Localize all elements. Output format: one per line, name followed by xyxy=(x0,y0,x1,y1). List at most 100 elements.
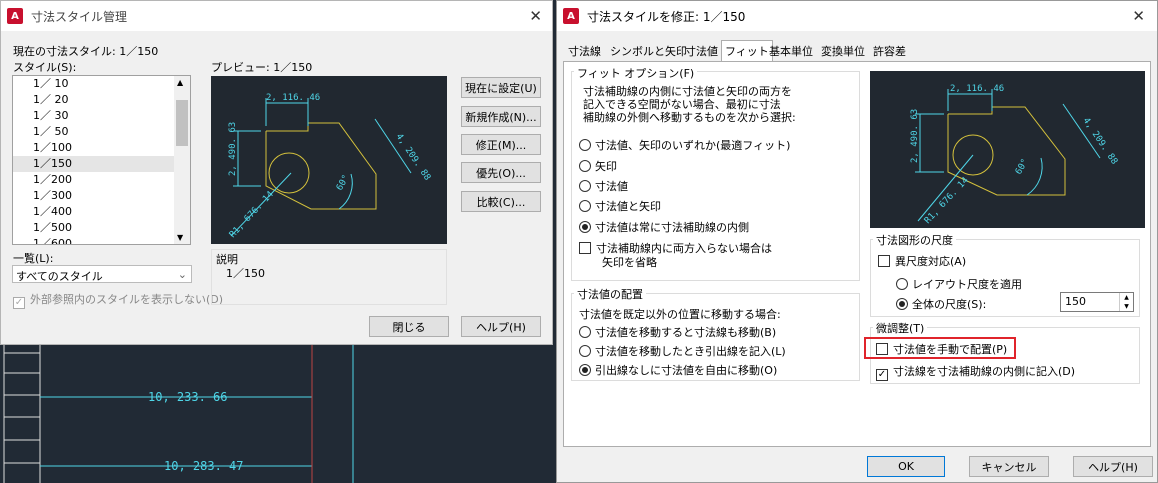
radio-label: 全体の尺度(S): xyxy=(912,298,987,311)
list-item[interactable]: 1／150 xyxy=(13,156,175,172)
radio-icon xyxy=(896,298,908,310)
override-button[interactable]: 優先(O)... xyxy=(461,162,541,183)
preview-dim-left: 2, 490. 63 xyxy=(228,122,238,176)
draw-inside-label: 寸法線を寸法補助線の内側に記入(D) xyxy=(893,365,1076,378)
preview-dim-left: 2, 490. 63 xyxy=(910,109,920,163)
radio-label: 矢印 xyxy=(595,160,617,173)
spinner-arrows-icon[interactable]: ▲ ▼ xyxy=(1119,293,1133,311)
check-icon: ✓ xyxy=(13,297,25,309)
radio-scale-to-layout[interactable]: レイアウト尺度を適用 xyxy=(896,276,1022,292)
radio-label: レイアウト尺度を適用 xyxy=(912,278,1022,291)
list-item[interactable]: 1／600 xyxy=(13,236,175,244)
tab-text[interactable]: 寸法値 xyxy=(682,41,721,60)
checkbox-icon xyxy=(579,242,591,254)
dim-text-2: 10, 283. 47 xyxy=(164,459,243,473)
preview-label: プレビュー: 1／150 xyxy=(211,61,313,74)
dialog-title: 寸法スタイル管理 xyxy=(31,9,128,24)
radio-move-dim-line[interactable]: 寸法値を移動すると寸法線も移動(B) xyxy=(579,324,776,340)
list-item[interactable]: 1／500 xyxy=(13,220,175,236)
fit-options-desc: 寸法補助線の内側に寸法値と矢印の両方を 記入できる空間がない場合、最初に寸法 補… xyxy=(583,85,796,124)
suppress-arrows-checkbox[interactable]: 寸法補助線内に両方入らない場合は 矢印を省略 xyxy=(579,242,772,270)
radio-text-and-arrows[interactable]: 寸法値と矢印 xyxy=(579,198,661,214)
list-item[interactable]: 1／ 30 xyxy=(13,108,175,124)
draw-inside-checkbox[interactable]: ✓ 寸法線を寸法補助線の内側に記入(D) xyxy=(876,363,1075,381)
annotative-checkbox[interactable]: 異尺度対応(A) xyxy=(878,253,966,269)
tab-tolerances[interactable]: 許容差 xyxy=(870,41,909,60)
cancel-button[interactable]: キャンセル xyxy=(969,456,1049,477)
list-item[interactable]: 1／300 xyxy=(13,188,175,204)
desc-line-2: 記入できる空間がない場合、最初に寸法 xyxy=(583,98,781,111)
desc-line-3: 補助線の外側へ移動するものを次から選択: xyxy=(583,111,796,124)
tab-dimension-lines[interactable]: 寸法線 xyxy=(565,41,604,60)
chevron-down-icon: ⌄ xyxy=(177,268,187,281)
manual-placement-checkbox[interactable]: 寸法値を手動で配置(P) xyxy=(876,341,1007,357)
description-box: 説明 1／150 xyxy=(211,249,447,305)
preview-dim-angle: 60° xyxy=(335,173,352,192)
radio-label: 寸法値を移動すると寸法線も移動(B) xyxy=(595,326,777,339)
radio-label: 寸法値は常に寸法補助線の内側 xyxy=(595,221,749,234)
new-button[interactable]: 新規作成(N)... xyxy=(461,106,541,127)
ok-button[interactable]: OK xyxy=(867,456,945,477)
scrollbar[interactable]: ▲ ▼ xyxy=(174,76,190,244)
list-item[interactable]: 1／200 xyxy=(13,172,175,188)
radio-icon xyxy=(896,278,908,290)
close-button[interactable]: 閉じる xyxy=(369,316,449,337)
checkbox-icon xyxy=(876,343,888,355)
radio-text[interactable]: 寸法値 xyxy=(579,178,628,194)
xref-checkbox[interactable]: ✓ 外部参照内のスタイルを表示しない(D) xyxy=(13,291,223,309)
list-item[interactable]: 1／ 50 xyxy=(13,124,175,140)
tab-fit[interactable]: フィット xyxy=(721,40,773,62)
dim-style-manager-dialog: A 寸法スタイル管理 ✕ 現在の寸法スタイル: 1／150 スタイル(S): 1… xyxy=(0,0,553,345)
list-item[interactable]: 1／ 10 xyxy=(13,76,175,92)
preview-dim-top: 2, 116. 46 xyxy=(950,84,1004,94)
close-icon[interactable]: ✕ xyxy=(529,7,542,25)
tab-primary-units[interactable]: 基本単位 xyxy=(766,41,816,60)
radio-label: 寸法値、矢印のいずれか(最適フィット) xyxy=(595,139,791,152)
style-list[interactable]: 1／ 10 1／ 20 1／ 30 1／ 50 1／100 1／150 1／200 1／300… xyxy=(12,75,191,245)
list-item[interactable]: 1／ 20 xyxy=(13,92,175,108)
radio-no-leader[interactable]: 引出線なしに寸法値を自由に移動(O) xyxy=(579,362,777,378)
manual-placement-label: 寸法値を手動で配置(P) xyxy=(893,343,1008,356)
radio-arrows[interactable]: 矢印 xyxy=(579,158,617,174)
radio-label: 寸法値を移動したとき引出線を記入(L) xyxy=(595,345,786,358)
scroll-down-icon[interactable]: ▼ xyxy=(177,233,183,242)
radio-always-inside[interactable]: 寸法値は常に寸法補助線の内側 xyxy=(579,219,749,235)
list-item[interactable]: 1／400 xyxy=(13,204,175,220)
radio-label: 寸法値 xyxy=(595,180,628,193)
tab-symbols-arrows[interactable]: シンボルと矢印 xyxy=(607,41,690,60)
text-placement-title: 寸法値の配置 xyxy=(574,286,646,302)
fine-tuning-title: 微調整(T) xyxy=(873,320,928,336)
titlebar: A 寸法スタイルを修正: 1／150 ✕ xyxy=(557,1,1157,31)
annotative-label: 異尺度対応(A) xyxy=(895,255,967,268)
overall-scale-spinner[interactable]: 150 ▲ ▼ xyxy=(1060,292,1134,312)
modify-button[interactable]: 修正(M)... xyxy=(461,134,541,155)
close-icon[interactable]: ✕ xyxy=(1132,7,1145,25)
radio-best-fit[interactable]: 寸法値、矢印のいずれか(最適フィット) xyxy=(579,137,790,153)
overall-scale-value: 150 xyxy=(1065,295,1086,308)
compare-button[interactable]: 比較(C)... xyxy=(461,191,541,212)
list-select[interactable]: すべてのスタイル ⌄ xyxy=(12,265,192,283)
cad-drawing: 10, 233. 66 10, 283. 47 xyxy=(3,345,354,483)
fit-options-title: フィット オプション(F) xyxy=(574,65,698,81)
tab-alternate-units[interactable]: 変換単位 xyxy=(818,41,868,60)
desc-value: 1／150 xyxy=(226,267,265,280)
text-placement-desc: 寸法値を既定以外の位置に移動する場合: xyxy=(579,308,781,321)
radio-icon xyxy=(579,345,591,357)
titlebar: A 寸法スタイル管理 ✕ xyxy=(1,1,552,31)
radio-add-leader[interactable]: 寸法値を移動したとき引出線を記入(L) xyxy=(579,343,786,359)
list-item[interactable]: 1／100 xyxy=(13,140,175,156)
help-button[interactable]: ヘルプ(H) xyxy=(461,316,541,337)
radio-icon xyxy=(579,180,591,192)
dialog-title: 寸法スタイルを修正: 1／150 xyxy=(587,9,746,24)
radio-icon xyxy=(579,364,591,376)
radio-overall-scale[interactable]: 全体の尺度(S): xyxy=(896,296,986,312)
preview-dim-diag: 4, 209. 88 xyxy=(394,132,433,183)
scale-title: 寸法図形の尺度 xyxy=(873,232,956,248)
radio-icon xyxy=(579,200,591,212)
set-current-button[interactable]: 現在に設定(U) xyxy=(461,77,541,98)
scroll-thumb[interactable] xyxy=(176,100,188,146)
preview-drawing: 2, 116. 46 2, 490. 63 4, 209. 88 60° R1,… xyxy=(228,93,433,240)
scroll-up-icon[interactable]: ▲ xyxy=(177,78,183,87)
help-button[interactable]: ヘルプ(H) xyxy=(1073,456,1153,477)
autocad-icon: A xyxy=(7,8,23,24)
